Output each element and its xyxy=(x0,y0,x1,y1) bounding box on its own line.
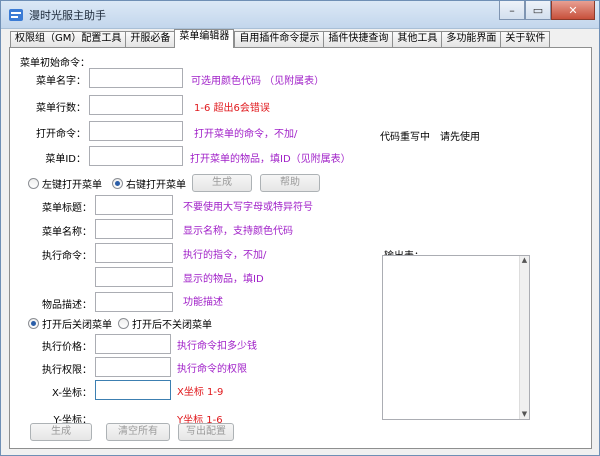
open-command-label: 打开命令： xyxy=(36,129,86,140)
item-id-input[interactable] xyxy=(95,267,173,287)
generate-button-top[interactable]: 生成 xyxy=(192,174,252,192)
menu-id-label: 菜单ID： xyxy=(45,154,86,165)
menu-rows-input[interactable] xyxy=(89,95,183,115)
exec-perm-label: 执行权限： xyxy=(42,365,92,376)
menu-rows-hint: 1-6 超出6会错误 xyxy=(194,103,270,114)
scroll-down-icon[interactable]: ▼ xyxy=(520,410,529,419)
dev-note: 代码重写中 请先使用 xyxy=(380,132,480,143)
output-textarea[interactable]: ▲ ▼ xyxy=(382,255,530,420)
item-id-hint: 显示的物品，填ID xyxy=(183,274,264,285)
app-icon xyxy=(9,9,23,21)
section-title: 菜单初始命令： xyxy=(20,58,90,69)
item-name-label: 菜单名称： xyxy=(42,227,92,238)
item-desc-input[interactable] xyxy=(95,292,173,312)
radio-close-after[interactable]: 打开后关闭菜单 xyxy=(28,316,112,331)
x-coord-input[interactable] xyxy=(95,380,171,400)
maximize-button[interactable]: ▭ xyxy=(525,1,551,20)
menu-id-hint: 打开菜单的物品，填ID（见附属表） xyxy=(190,154,351,165)
menu-rows-label: 菜单行数： xyxy=(36,103,86,114)
item-name-input[interactable] xyxy=(95,219,173,239)
app-window: 漫时光服主助手 – ▭ ✕ 权限组（GM）配置工具 开服必备 菜单编辑器 自用插… xyxy=(0,0,600,456)
exec-perm-hint: 执行命令的权限 xyxy=(177,364,247,375)
x-coord-label: X-坐标： xyxy=(52,388,92,399)
close-button[interactable]: ✕ xyxy=(551,1,595,20)
tab-menu-editor[interactable]: 菜单编辑器 xyxy=(174,29,235,48)
help-button[interactable]: 帮助 xyxy=(260,174,320,192)
tab-bar: 权限组（GM）配置工具 开服必备 菜单编辑器 自用插件命令提示 插件快捷查询 其… xyxy=(10,29,551,48)
write-config-button[interactable]: 写出配置 xyxy=(178,423,234,441)
item-desc-hint: 功能描述 xyxy=(183,297,223,308)
tab-about[interactable]: 关于软件 xyxy=(500,31,551,47)
radio-left-click-indicator xyxy=(28,178,39,189)
menu-id-input[interactable] xyxy=(89,146,183,166)
exec-command-hint: 执行的指令，不加/ xyxy=(183,250,267,261)
title-bar: 漫时光服主助手 – ▭ ✕ xyxy=(1,1,599,29)
item-name-hint: 显示名称，支持颜色代码 xyxy=(183,226,293,237)
item-desc-label: 物品描述： xyxy=(42,300,92,311)
menu-name-hint: 可选用颜色代码 （见附属表） xyxy=(191,76,325,87)
tab-multi-function[interactable]: 多功能界面 xyxy=(441,31,501,47)
open-command-input[interactable] xyxy=(89,121,183,141)
exec-perm-input[interactable] xyxy=(95,357,171,377)
exec-command-label: 执行命令： xyxy=(42,251,92,262)
menu-name-label: 菜单名字： xyxy=(36,76,86,87)
radio-close-after-indicator xyxy=(28,318,39,329)
radio-left-click[interactable]: 左键打开菜单 xyxy=(28,176,102,191)
item-title-hint: 不要使用大写字母或特异符号 xyxy=(183,202,313,213)
radio-keep-open-indicator xyxy=(118,318,129,329)
item-title-input[interactable] xyxy=(95,195,173,215)
menu-name-input[interactable] xyxy=(89,68,183,88)
scroll-up-icon[interactable]: ▲ xyxy=(520,256,529,265)
output-scrollbar[interactable]: ▲ ▼ xyxy=(519,256,529,419)
x-coord-hint: X坐标 1-9 xyxy=(177,387,224,398)
exec-price-hint: 执行命令扣多少钱 xyxy=(177,341,257,352)
tab-plugin-hints[interactable]: 自用插件命令提示 xyxy=(234,31,324,47)
exec-command-input[interactable] xyxy=(95,243,173,263)
item-title-label: 菜单标题： xyxy=(42,203,92,214)
open-command-hint: 打开菜单的命令，不加/ xyxy=(194,129,298,140)
radio-right-click[interactable]: 右键打开菜单 xyxy=(112,176,186,191)
tab-gm-config[interactable]: 权限组（GM）配置工具 xyxy=(10,31,126,47)
tab-other-tools[interactable]: 其他工具 xyxy=(392,31,442,47)
radio-right-click-indicator xyxy=(112,178,123,189)
tab-plugin-lookup[interactable]: 插件快捷查询 xyxy=(323,31,393,47)
radio-keep-open[interactable]: 打开后不关闭菜单 xyxy=(118,316,212,331)
generate-button[interactable]: 生成 xyxy=(30,423,92,441)
minimize-button[interactable]: – xyxy=(499,1,525,20)
exec-price-label: 执行价格： xyxy=(42,342,92,353)
tab-server-essentials[interactable]: 开服必备 xyxy=(125,31,175,47)
exec-price-input[interactable] xyxy=(95,334,171,354)
menu-editor-panel: 菜单初始命令： 菜单名字： 可选用颜色代码 （见附属表） 菜单行数： 1-6 超… xyxy=(9,47,592,449)
window-title: 漫时光服主助手 xyxy=(29,9,106,22)
clear-all-button[interactable]: 清空所有 xyxy=(106,423,170,441)
